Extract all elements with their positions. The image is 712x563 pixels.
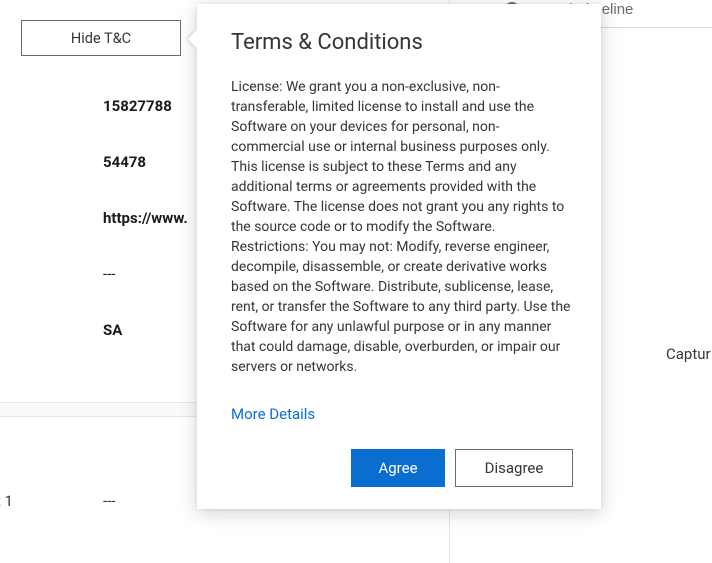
hide-terms-label: Hide T&C — [71, 30, 131, 47]
popover-arrow — [188, 30, 197, 48]
agree-label: Agree — [378, 459, 417, 477]
popover-footer: Agree Disagree — [231, 449, 573, 487]
capture-button-partial[interactable]: Captur — [666, 345, 711, 363]
lower-label-1: eet 1 — [0, 492, 13, 510]
agree-button[interactable]: Agree — [351, 449, 445, 487]
more-details-link[interactable]: More Details — [231, 405, 315, 423]
disagree-button[interactable]: Disagree — [455, 449, 573, 487]
field-value-id2: 54478 — [103, 153, 146, 171]
field-value-id1: 15827788 — [103, 97, 172, 115]
hide-terms-button[interactable]: Hide T&C — [21, 20, 181, 56]
lower-value-1: --- — [103, 492, 115, 510]
terms-popover: Terms & Conditions License: We grant you… — [197, 4, 601, 509]
field-value-code: SA — [103, 321, 122, 339]
disagree-label: Disagree — [485, 459, 544, 477]
popover-title: Terms & Conditions — [231, 30, 573, 55]
field-value-url: https://www. — [103, 209, 188, 227]
field-value-dash1: --- — [103, 265, 115, 283]
popover-body-text: License: We grant you a non-exclusive, n… — [231, 77, 573, 377]
